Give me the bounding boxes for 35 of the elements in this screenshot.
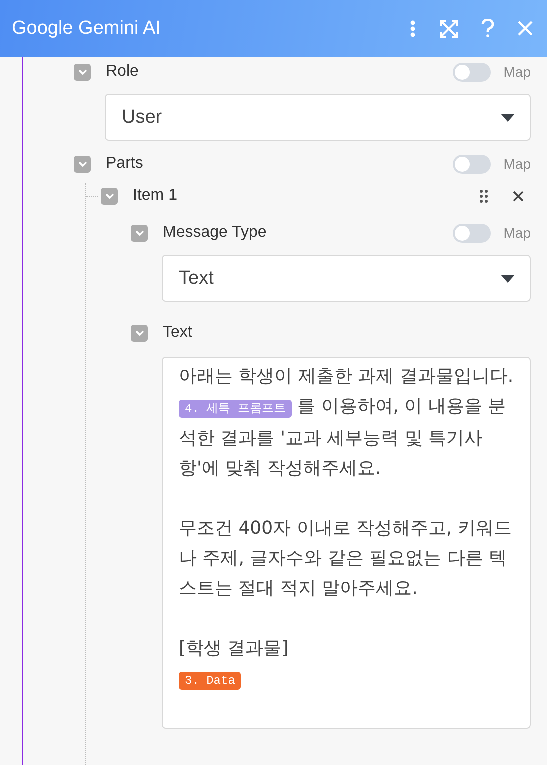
more-icon[interactable]	[409, 20, 417, 38]
collapse-checkbox[interactable]	[101, 188, 118, 204]
help-icon[interactable]	[481, 19, 495, 38]
dropdown-caret-icon	[501, 114, 515, 122]
chevron-down-icon	[78, 159, 88, 169]
chevron-down-icon	[78, 67, 88, 77]
field-label: Role	[106, 63, 139, 81]
map-toggle[interactable]	[452, 224, 491, 242]
dropdown-caret-icon	[501, 274, 515, 282]
map-toggle[interactable]	[452, 62, 491, 82]
field-label: Text	[163, 324, 192, 342]
paragraph-text: [학생 결과물] 3. Data	[179, 637, 290, 692]
map-label: Map	[504, 225, 531, 241]
field-label: Message Type	[163, 224, 267, 242]
drag-handle-icon[interactable]	[480, 190, 488, 202]
chevron-down-icon	[104, 191, 114, 201]
collapse-checkbox[interactable]	[131, 324, 148, 342]
map-label: Map	[504, 64, 531, 80]
close-icon[interactable]	[518, 21, 533, 36]
paragraph-text: 무조건 400자 이내로 작성해주고, 키워드나 주제, 글자수와 같은 필요없는 다른 텍스트는 절대 적지 말아주세요.	[179, 517, 513, 601]
chevron-down-icon	[134, 328, 144, 338]
collapse-checkbox[interactable]	[74, 156, 91, 172]
map-toggle[interactable]	[452, 154, 491, 174]
dropdown[interactable]: User	[105, 94, 531, 141]
window-title: Google Gemini AI	[12, 18, 162, 40]
collapse-checkbox[interactable]	[74, 64, 91, 80]
chevron-down-icon	[134, 228, 144, 238]
collapse-checkbox[interactable]	[131, 224, 148, 242]
paragraph-text: 아래는 학생이 제출한 과제 결과물입니다. 4. 세특 프롬프트 를 이용하여, 이 내용을 분석한 결과를 '교과 세부능력 및 특기사항'에 맞춰 작성해주세요.	[179, 365, 515, 481]
item-label: Item 1	[133, 187, 178, 205]
expand-icon[interactable]	[440, 20, 458, 38]
field-label: Parts	[106, 155, 144, 173]
dropdown[interactable]: Text	[162, 255, 531, 302]
map-label: Map	[504, 156, 531, 172]
remove-icon[interactable]	[513, 190, 524, 202]
